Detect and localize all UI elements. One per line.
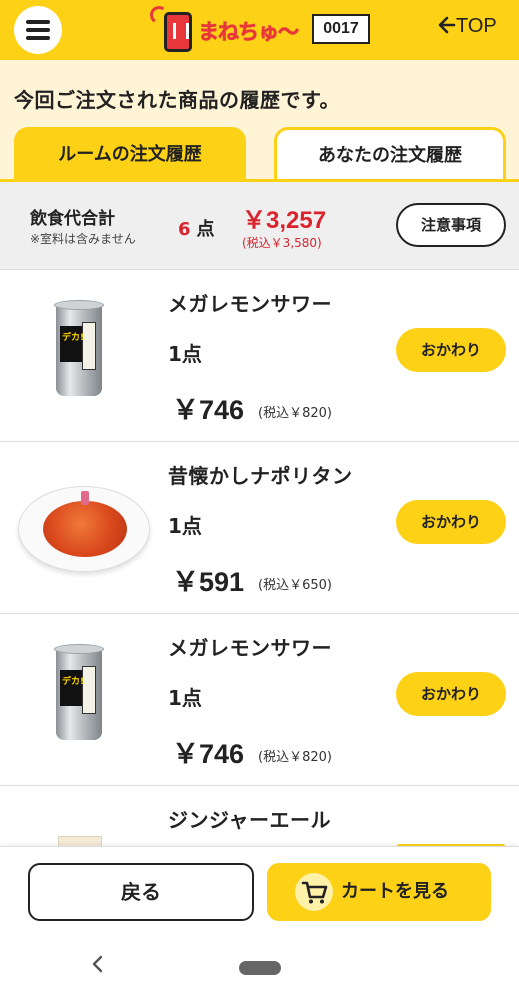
- intro-text: 今回ご注文された商品の履歴です。: [14, 88, 340, 112]
- top-link[interactable]: TOP: [438, 15, 497, 38]
- summary-label: 飲食代合計: [30, 209, 115, 229]
- refill-button[interactable]: おかわり: [396, 328, 506, 372]
- notice-button[interactable]: 注意事項: [396, 203, 506, 247]
- menu-icon-bar: [26, 36, 50, 40]
- summary-count-number: 6: [178, 219, 191, 240]
- tab-my-orders[interactable]: あなたの注文履歴: [274, 127, 506, 179]
- view-cart-label: カートを見る: [341, 881, 449, 902]
- summary-note: ※室料は含みません: [30, 232, 136, 246]
- can-logo-text: デカ!: [62, 333, 85, 343]
- nav-home-pill[interactable]: [239, 961, 281, 975]
- nav-back-icon[interactable]: [90, 954, 106, 980]
- refill-button[interactable]: おかわり: [396, 672, 506, 716]
- item-name: ジンジャーエール: [168, 808, 331, 832]
- refill-button[interactable]: おかわり: [396, 500, 506, 544]
- cart-icon: [295, 873, 333, 911]
- app-logo: まねちゅ〜: [148, 4, 302, 52]
- back-button[interactable]: 戻る: [28, 863, 254, 921]
- summary-tax-included: (税込￥3,580): [242, 236, 322, 250]
- view-cart-button[interactable]: カートを見る: [267, 863, 491, 921]
- phone-icon: [164, 12, 192, 52]
- ginger-ale-glass-image: [58, 836, 102, 846]
- summary-total: ￥3,257: [242, 207, 327, 234]
- item-price: ￥746: [172, 739, 245, 769]
- order-summary: 飲食代合計 ※室料は含みません 6点 ￥3,257 (税込￥3,580) 注意事…: [0, 182, 519, 270]
- room-number-badge: 0017: [312, 14, 370, 44]
- hamburger-menu-button[interactable]: [14, 6, 62, 54]
- top-link-label: TOP: [456, 15, 497, 37]
- item-name: 昔懐かしナポリタン: [168, 464, 353, 488]
- item-tax-price: (税込￥650): [258, 578, 332, 593]
- app-header: まねちゅ〜 0017 TOP: [0, 0, 519, 60]
- item-quantity: 1点: [168, 342, 202, 366]
- item-name: メガレモンサワー: [168, 292, 332, 316]
- item-price: ￥746: [172, 395, 245, 425]
- summary-count: 6点: [178, 215, 215, 241]
- item-tax-price: (税込￥820): [258, 750, 332, 765]
- order-item: デカ! メガレモンサワー 1点 ￥746 (税込￥820) おかわり: [0, 614, 519, 786]
- lemon-sour-can-image: デカ!: [16, 642, 152, 758]
- lemon-sour-can-image: デカ!: [16, 298, 152, 414]
- order-item: 昔懐かしナポリタン 1点 ￥591 (税込￥650) おかわり: [0, 442, 519, 614]
- footer-bar: 戻る カートを見る: [0, 846, 519, 946]
- item-quantity: 1点: [168, 686, 202, 710]
- napolitan-plate-image: [16, 470, 152, 586]
- can-logo-text: デカ!: [62, 677, 85, 687]
- menu-icon-bar: [26, 20, 50, 24]
- order-item: ジンジャーエール: [0, 786, 519, 848]
- summary-count-unit: 点: [196, 219, 215, 240]
- menu-icon-bar: [26, 28, 50, 32]
- system-nav-bar: [0, 946, 519, 1000]
- item-quantity: 1点: [168, 514, 202, 538]
- logo-text: まねちゅ〜: [198, 20, 300, 45]
- order-item: デカ! メガレモンサワー 1点 ￥746 (税込￥820) おかわり: [0, 270, 519, 442]
- item-price: ￥591: [172, 567, 245, 597]
- item-name: メガレモンサワー: [168, 636, 332, 660]
- tab-room-orders[interactable]: ルームの注文履歴: [14, 127, 246, 179]
- arrow-left-icon: [438, 16, 456, 34]
- item-tax-price: (税込￥820): [258, 406, 332, 421]
